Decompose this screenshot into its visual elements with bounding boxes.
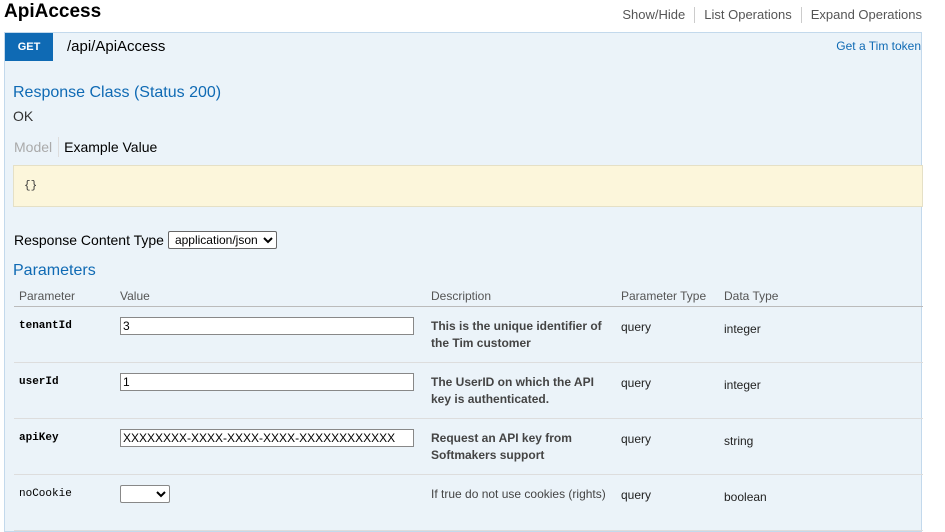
- table-row: apiKey Request an API key from Softmaker…: [14, 418, 923, 475]
- column-header-parameter-type: Parameter Type: [616, 285, 719, 307]
- no-cookie-select[interactable]: [120, 485, 170, 503]
- tab-example-value[interactable]: Example Value: [59, 137, 157, 157]
- column-header-value: Value: [115, 285, 426, 307]
- parameters-table: Parameter Value Description Parameter Ty…: [14, 285, 923, 531]
- api-key-input[interactable]: [120, 429, 414, 447]
- operation-path[interactable]: /api/ApiAccess: [67, 38, 165, 55]
- table-row: userId The UserID on which the API key i…: [14, 362, 923, 419]
- param-data-type: boolean: [724, 490, 767, 504]
- resource-title[interactable]: ApiAccess: [4, 1, 101, 23]
- param-description: This is the unique identifier of the Tim…: [431, 319, 602, 350]
- param-data-type: string: [724, 434, 754, 448]
- example-value-box[interactable]: {}: [13, 165, 923, 207]
- list-operations-link[interactable]: List Operations: [695, 7, 802, 23]
- resource-header: ApiAccess Show/Hide List Operations Expa…: [0, 0, 945, 32]
- user-id-input[interactable]: [120, 373, 414, 391]
- operation-heading[interactable]: GET /api/ApiAccess Get a Tim token: [5, 33, 921, 61]
- param-description: Request an API key from Softmakers suppo…: [431, 431, 572, 462]
- table-row: noCookie If true do not use cookies (rig…: [14, 474, 923, 531]
- param-type: query: [621, 432, 652, 446]
- param-data-type: integer: [724, 322, 761, 336]
- parameters-title: Parameters: [13, 262, 96, 279]
- table-row: tenantId This is the unique identifier o…: [14, 306, 923, 363]
- show-hide-link[interactable]: Show/Hide: [613, 7, 696, 23]
- param-data-type: integer: [724, 378, 761, 392]
- param-type: query: [621, 320, 652, 334]
- param-type: query: [621, 488, 652, 502]
- operation-block: GET /api/ApiAccess Get a Tim token Respo…: [4, 32, 923, 532]
- model-tabs: Model Example Value: [14, 137, 157, 157]
- response-status-text: OK: [13, 108, 34, 124]
- table-header-row: Parameter Value Description Parameter Ty…: [14, 285, 923, 307]
- example-value-code: {}: [24, 180, 38, 192]
- resource-actions: Show/Hide List Operations Expand Operati…: [613, 7, 922, 23]
- param-name: noCookie: [19, 488, 72, 500]
- response-content-type-label: Response Content Type: [14, 232, 164, 248]
- tenant-id-input[interactable]: [120, 317, 414, 335]
- operation-summary[interactable]: Get a Tim token: [836, 39, 921, 53]
- param-name: tenantId: [19, 320, 72, 332]
- response-content-type-row: Response Content Type application/json: [14, 231, 277, 249]
- tab-model[interactable]: Model: [14, 137, 60, 157]
- expand-operations-link[interactable]: Expand Operations: [802, 7, 922, 23]
- param-name: userId: [19, 376, 59, 388]
- column-header-parameter: Parameter: [14, 285, 115, 307]
- column-header-data-type: Data Type: [719, 285, 923, 307]
- response-content-type-select[interactable]: application/json: [167, 231, 277, 249]
- param-description: If true do not use cookies (rights): [431, 487, 606, 501]
- param-description: The UserID on which the API key is authe…: [431, 375, 594, 406]
- column-header-description: Description: [426, 285, 616, 307]
- http-method-badge[interactable]: GET: [5, 33, 53, 61]
- param-name: apiKey: [19, 432, 59, 444]
- param-type: query: [621, 376, 652, 390]
- response-class-title: Response Class (Status 200): [13, 84, 222, 101]
